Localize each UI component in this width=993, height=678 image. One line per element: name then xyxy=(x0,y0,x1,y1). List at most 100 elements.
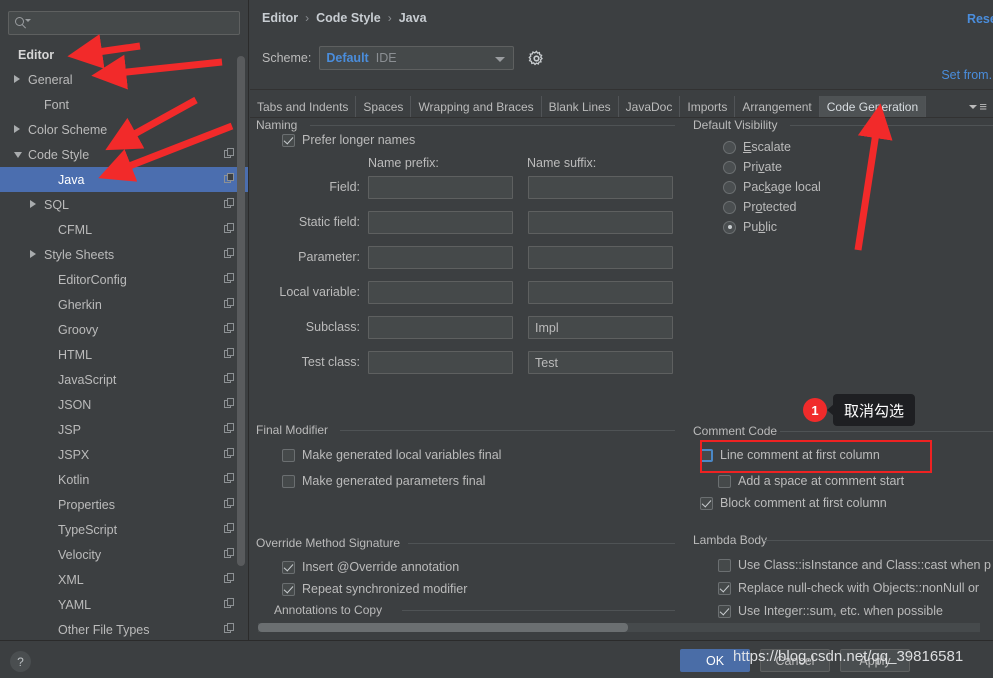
sidebar-item-gherkin[interactable]: Gherkin xyxy=(0,292,248,317)
chevron-right-icon[interactable] xyxy=(30,250,36,258)
copy-scheme-icon[interactable] xyxy=(224,448,235,459)
copy-scheme-icon[interactable] xyxy=(224,423,235,434)
naming-suffix-input[interactable]: Test xyxy=(528,351,673,374)
apply-button[interactable]: Apply xyxy=(840,649,910,672)
naming-prefix-input[interactable] xyxy=(368,211,513,234)
sidebar-item-typescript[interactable]: TypeScript xyxy=(0,517,248,542)
search-input[interactable] xyxy=(8,11,240,35)
copy-scheme-icon[interactable] xyxy=(224,548,235,559)
naming-suffix-input[interactable] xyxy=(528,211,673,234)
final-modifier-checkbox-1[interactable]: Make generated parameters final xyxy=(282,474,485,488)
scheme-dropdown[interactable]: Default IDE xyxy=(319,46,515,70)
copy-scheme-icon[interactable] xyxy=(224,173,235,184)
tab-overflow-button[interactable]: ≡ xyxy=(963,96,993,117)
final-modifier-checkbox-0[interactable]: Make generated local variables final xyxy=(282,448,501,462)
tab-arrangement[interactable]: Arrangement xyxy=(735,96,820,117)
sidebar-item-font[interactable]: Font xyxy=(0,92,248,117)
visibility-radio-escalate[interactable]: Escalate xyxy=(723,140,791,154)
naming-prefix-input[interactable] xyxy=(368,246,513,269)
naming-prefix-input[interactable] xyxy=(368,351,513,374)
naming-suffix-input[interactable]: Impl xyxy=(528,316,673,339)
ok-button[interactable]: OK xyxy=(680,649,750,672)
lambda-body-checkbox-1[interactable]: Replace null-check with Objects::nonNull… xyxy=(718,581,979,595)
breadcrumb-item[interactable]: Editor xyxy=(262,11,298,25)
sidebar-item-jsp[interactable]: JSP xyxy=(0,417,248,442)
set-from-link[interactable]: Set from... xyxy=(941,68,993,82)
sidebar-item-kotlin[interactable]: Kotlin xyxy=(0,467,248,492)
copy-scheme-icon[interactable] xyxy=(224,473,235,484)
comment-code-checkbox-1[interactable]: Add a space at comment start xyxy=(718,474,904,488)
visibility-radio-public[interactable]: Public xyxy=(723,220,777,234)
tab-code-generation[interactable]: Code Generation xyxy=(819,96,927,117)
sidebar-item-properties[interactable]: Properties xyxy=(0,492,248,517)
sidebar-item-html[interactable]: HTML xyxy=(0,342,248,367)
copy-scheme-icon[interactable] xyxy=(224,198,235,209)
comment-code-checkbox-2[interactable]: Block comment at first column xyxy=(700,496,887,510)
tab-imports[interactable]: Imports xyxy=(680,96,736,117)
sidebar-item-json[interactable]: JSON xyxy=(0,392,248,417)
copy-scheme-icon[interactable] xyxy=(224,623,235,634)
naming-suffix-input[interactable] xyxy=(528,176,673,199)
copy-scheme-icon[interactable] xyxy=(224,373,235,384)
copy-scheme-icon[interactable] xyxy=(224,223,235,234)
visibility-radio-package-local[interactable]: Package local xyxy=(723,180,821,194)
copy-scheme-icon[interactable] xyxy=(224,298,235,309)
visibility-radio-private[interactable]: Private xyxy=(723,160,782,174)
sidebar-item-xml[interactable]: XML xyxy=(0,567,248,592)
horizontal-scrollbar-thumb[interactable] xyxy=(258,623,628,632)
sidebar-item-javascript[interactable]: JavaScript xyxy=(0,367,248,392)
sidebar-item-other-file-types[interactable]: Other File Types xyxy=(0,617,248,640)
tab-wrapping-and-braces[interactable]: Wrapping and Braces xyxy=(411,96,542,117)
copy-scheme-icon[interactable] xyxy=(224,348,235,359)
tab-javadoc[interactable]: JavaDoc xyxy=(619,96,681,117)
visibility-radio-protected[interactable]: Protected xyxy=(723,200,797,214)
tab-blank-lines[interactable]: Blank Lines xyxy=(542,96,619,117)
sidebar-item-yaml[interactable]: YAML xyxy=(0,592,248,617)
tab-spaces[interactable]: Spaces xyxy=(356,96,412,117)
copy-scheme-icon[interactable] xyxy=(224,523,235,534)
reset-link[interactable]: Reset xyxy=(967,12,993,26)
sidebar-item-cfml[interactable]: CFML xyxy=(0,217,248,242)
sidebar-item-velocity[interactable]: Velocity xyxy=(0,542,248,567)
copy-scheme-icon[interactable] xyxy=(224,573,235,584)
sidebar-item-groovy[interactable]: Groovy xyxy=(0,317,248,342)
help-button[interactable]: ? xyxy=(10,651,31,672)
sidebar-item-editorconfig[interactable]: EditorConfig xyxy=(0,267,248,292)
sidebar-item-color-scheme[interactable]: Color Scheme xyxy=(0,117,248,142)
tab-tabs-and-indents[interactable]: Tabs and Indents xyxy=(250,96,357,117)
sidebar-item-style-sheets[interactable]: Style Sheets xyxy=(0,242,248,267)
copy-scheme-icon[interactable] xyxy=(224,273,235,284)
lambda-body-checkbox-0[interactable]: Use Class::isInstance and Class::cast wh… xyxy=(718,558,991,572)
chevron-right-icon[interactable] xyxy=(14,125,20,133)
prefer-longer-names-checkbox[interactable]: Prefer longer names xyxy=(282,133,415,147)
lambda-body-checkbox-2[interactable]: Use Integer::sum, etc. when possible xyxy=(718,604,943,618)
sidebar-item-general[interactable]: General xyxy=(0,67,248,92)
comment-code-checkbox-0[interactable]: Line comment at first column xyxy=(700,448,880,462)
cancel-button[interactable]: Cancel xyxy=(760,649,830,672)
code-style-tabs[interactable]: Tabs and Indents Spaces Wrapping and Brace… xyxy=(250,96,993,117)
breadcrumb-item[interactable]: Code Style xyxy=(316,11,381,25)
sidebar-item-code-style[interactable]: Code Style xyxy=(0,142,248,167)
override-method-checkbox-0[interactable]: Insert @Override annotation xyxy=(282,560,459,574)
chevron-right-icon[interactable] xyxy=(14,75,20,83)
sidebar-item-editor[interactable]: Editor xyxy=(0,42,248,67)
sidebar-scrollbar-thumb[interactable] xyxy=(237,56,245,566)
settings-tree[interactable]: Editor General Font Color Scheme Code Style J… xyxy=(0,42,248,640)
copy-scheme-icon[interactable] xyxy=(224,323,235,334)
naming-prefix-input[interactable] xyxy=(368,316,513,339)
naming-prefix-input[interactable] xyxy=(368,281,513,304)
gear-icon[interactable] xyxy=(528,49,545,67)
copy-scheme-icon[interactable] xyxy=(224,248,235,259)
chevron-right-icon[interactable] xyxy=(30,200,36,208)
sidebar-item-java[interactable]: Java xyxy=(0,167,248,192)
sidebar-item-jspx[interactable]: JSPX xyxy=(0,442,248,467)
override-method-checkbox-1[interactable]: Repeat synchronized modifier xyxy=(282,582,467,596)
copy-scheme-icon[interactable] xyxy=(224,398,235,409)
chevron-down-icon[interactable] xyxy=(14,152,22,158)
copy-scheme-icon[interactable] xyxy=(224,598,235,609)
copy-scheme-icon[interactable] xyxy=(224,498,235,509)
naming-prefix-input[interactable] xyxy=(368,176,513,199)
sidebar-item-sql[interactable]: SQL xyxy=(0,192,248,217)
naming-suffix-input[interactable] xyxy=(528,246,673,269)
copy-scheme-icon[interactable] xyxy=(224,148,235,159)
